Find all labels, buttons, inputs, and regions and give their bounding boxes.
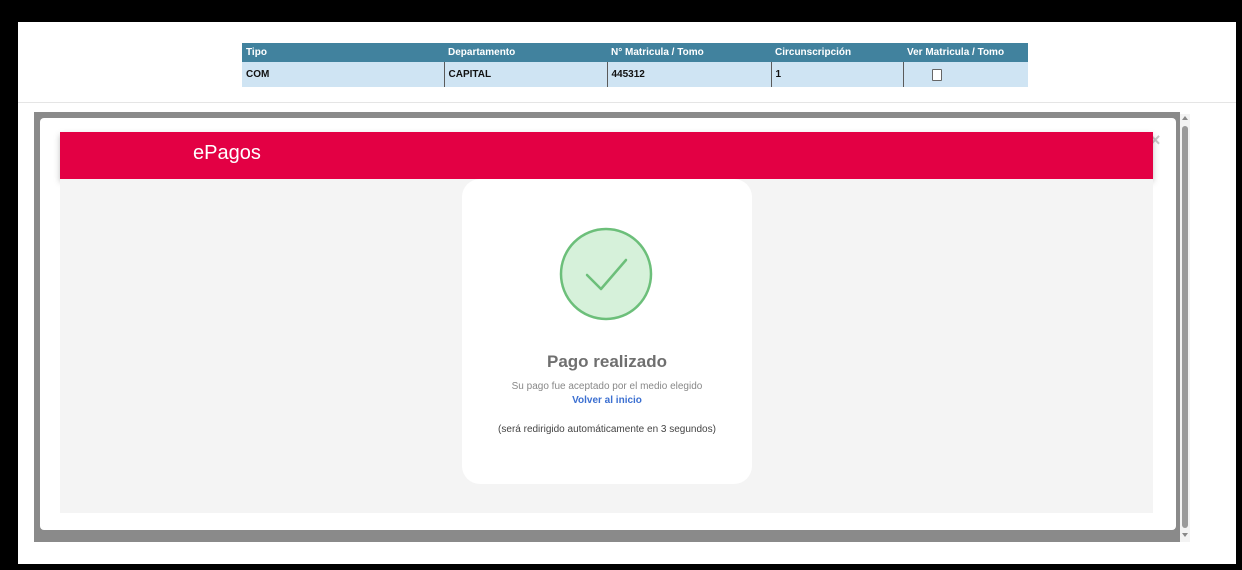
cell-matricula: 445312	[606, 62, 771, 87]
cell-circunscripcion: 1	[770, 62, 903, 87]
registry-table: Tipo Departamento N° Matricula / Tomo Ci…	[242, 43, 1028, 87]
redirect-note: (será redirigido automáticamente en 3 se…	[498, 424, 716, 435]
payment-content: Pago realizado Su pago fue aceptado por …	[60, 179, 1153, 513]
check-circle-icon	[559, 227, 653, 321]
scroll-up-icon[interactable]	[1182, 116, 1188, 120]
back-to-home-link[interactable]: Volver al inicio	[462, 395, 752, 406]
cell-tipo: COM	[242, 62, 444, 87]
cell-departamento: CAPITAL	[443, 62, 607, 87]
brand-bar: ePagos	[60, 132, 1153, 179]
brand-logo: ePagos	[193, 142, 261, 164]
cell-ver-matricula	[902, 62, 1028, 87]
status-title: Pago realizado	[547, 352, 667, 371]
document-icon[interactable]	[931, 68, 942, 81]
scroll-down-icon[interactable]	[1182, 533, 1188, 537]
status-card: Pago realizado Su pago fue aceptado por …	[462, 179, 752, 484]
scrollbar-thumb[interactable]	[1182, 126, 1188, 528]
table-row: COM CAPITAL 445312 1	[242, 62, 1028, 87]
registry-header-area: Tipo Departamento N° Matricula / Tomo Ci…	[18, 22, 1236, 103]
table-header-row: Tipo Departamento N° Matricula / Tomo Ci…	[242, 43, 1028, 62]
column-header: Circunscripción	[771, 43, 903, 62]
column-header: Ver Matricula / Tomo	[903, 43, 1028, 62]
column-header: N° Matricula / Tomo	[607, 43, 771, 62]
status-subtitle: Su pago fue aceptado por el medio elegid…	[511, 381, 703, 392]
column-header: Tipo	[242, 43, 444, 62]
column-header: Departamento	[444, 43, 607, 62]
